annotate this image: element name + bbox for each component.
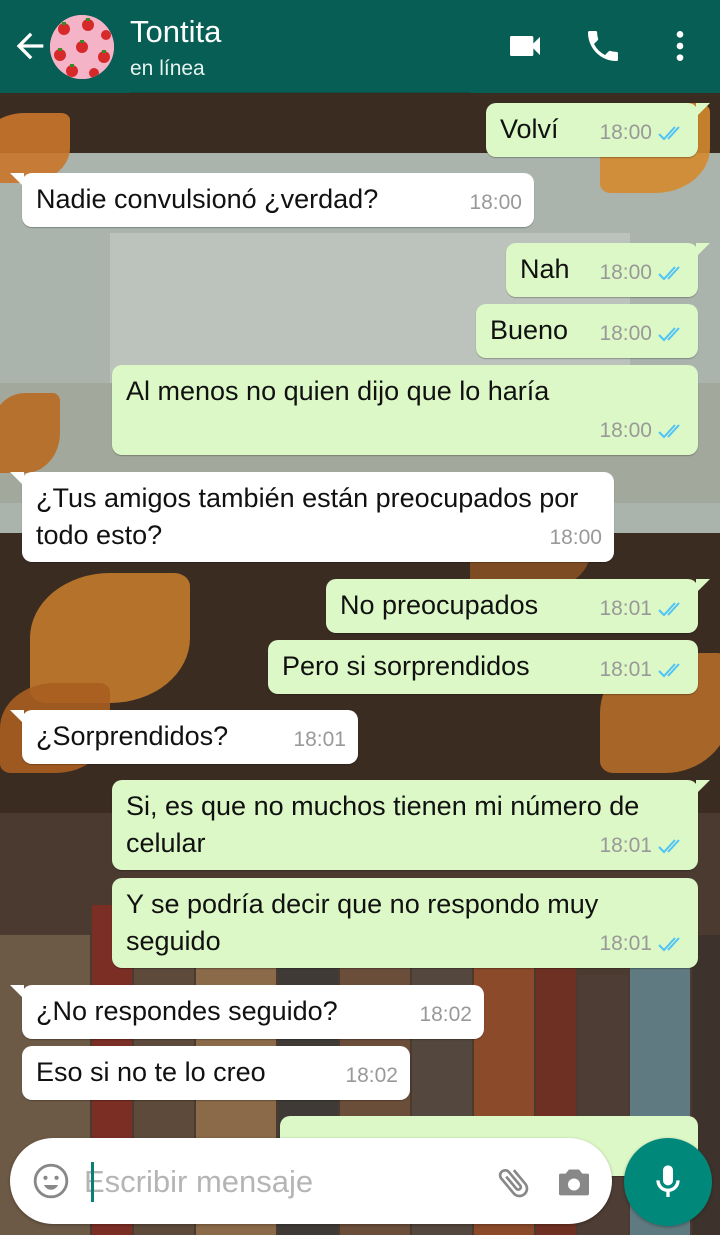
more-vert-icon[interactable] (660, 26, 700, 66)
message-bubble-outgoing[interactable]: No preocupados 18:01 (326, 579, 710, 633)
message-time: 18:02 (345, 1064, 398, 1087)
message-text: Pero si sorprendidos (282, 651, 530, 681)
message-meta: 18:01 (599, 590, 686, 627)
message-bubble-outgoing[interactable]: Si, es que no muchos tienen mi número de… (112, 780, 710, 870)
message-meta: 18:00 (599, 315, 686, 352)
message-meta: 18:01 (599, 827, 686, 864)
bubble-tail (696, 103, 710, 117)
message-bubble-incoming[interactable]: Eso si no te lo creo 18:02 (22, 1046, 410, 1100)
message-meta: 18:01 (293, 721, 346, 758)
double-check-icon (658, 265, 680, 280)
emoji-icon[interactable] (32, 1162, 70, 1200)
message-meta: 18:01 (599, 925, 686, 962)
message-meta: 18:00 (599, 114, 686, 151)
double-check-icon (658, 936, 680, 951)
double-check-icon (658, 838, 680, 853)
double-check-icon (658, 601, 680, 616)
double-check-icon (658, 125, 680, 140)
message-meta: 18:00 (469, 184, 522, 221)
message-bubble-outgoing[interactable]: Y se podría decir que no respondo muy se… (112, 878, 698, 968)
message-time: 18:01 (599, 597, 652, 620)
message-meta: 18:00 (549, 519, 602, 556)
message-meta: 18:02 (345, 1057, 398, 1094)
message-time: 18:01 (293, 728, 346, 751)
message-bubble-incoming[interactable]: ¿Tus amigos también están preocupados po… (10, 472, 614, 562)
bubble-tail (10, 985, 24, 999)
message-time: 18:02 (419, 1003, 472, 1026)
text-caret (91, 1162, 94, 1202)
message-bubble-outgoing[interactable]: Volví 18:00 (486, 103, 710, 157)
message-text: Si, es que no muchos tienen mi número de… (126, 791, 640, 858)
message-time: 18:01 (599, 834, 652, 857)
message-text: Volví (500, 114, 559, 144)
message-meta: 18:01 (599, 651, 686, 688)
message-text: Y se podría decir que no respondo muy se… (126, 889, 599, 956)
mic-button[interactable] (624, 1138, 712, 1226)
message-text: ¿Sorprendidos? (36, 721, 229, 751)
message-meta: 18:00 (599, 412, 686, 449)
message-bubble-outgoing[interactable]: Nah 18:00 (506, 243, 710, 297)
message-time: 18:00 (469, 191, 522, 214)
contact-name[interactable]: Tontita (130, 14, 221, 50)
bubble-tail (10, 472, 24, 486)
message-text: No preocupados (340, 590, 539, 620)
back-arrow-icon[interactable] (10, 26, 50, 66)
message-text: ¿No respondes seguido? (36, 996, 338, 1026)
video-call-icon[interactable] (505, 26, 545, 66)
message-meta: 18:02 (419, 996, 472, 1033)
message-time: 18:00 (599, 121, 652, 144)
phone-icon[interactable] (583, 26, 623, 66)
message-bubble-outgoing[interactable]: Bueno 18:00 (476, 304, 698, 358)
message-time: 18:00 (599, 322, 652, 345)
bubble-tail (696, 243, 710, 257)
camera-icon[interactable] (554, 1162, 594, 1202)
message-input[interactable] (82, 1158, 486, 1206)
message-text: Bueno (490, 315, 569, 345)
message-bubble-incoming[interactable]: ¿No respondes seguido? 18:02 (10, 985, 484, 1039)
double-check-icon (658, 326, 680, 341)
message-text: Nadie convulsionó ¿verdad? (36, 184, 379, 214)
attach-icon[interactable] (494, 1162, 534, 1202)
message-bubble-outgoing[interactable]: Pero si sorprendidos 18:01 (268, 640, 698, 694)
bubble-tail (696, 780, 710, 794)
message-time: 18:00 (549, 526, 602, 549)
bubble-tail (696, 579, 710, 593)
message-time: 18:00 (599, 261, 652, 284)
message-time: 18:00 (599, 419, 652, 442)
message-bubble-incoming[interactable]: ¿Sorprendidos? 18:01 (10, 710, 358, 764)
message-time: 18:01 (599, 932, 652, 955)
bubble-tail (10, 710, 24, 724)
message-text: Al menos no quien dijo que lo haría (126, 376, 550, 406)
chat-header: Tontita en línea (0, 0, 720, 94)
bubble-tail (10, 173, 24, 187)
contact-status: en línea (130, 57, 205, 80)
message-bubble-outgoing[interactable]: Al menos no quien dijo que lo haría 18:0… (112, 365, 698, 455)
message-meta: 18:00 (599, 254, 686, 291)
message-composer (10, 1138, 612, 1224)
avatar[interactable] (50, 15, 114, 79)
message-time: 18:01 (599, 658, 652, 681)
mic-icon (656, 1165, 680, 1197)
double-check-icon (658, 423, 680, 438)
double-check-icon (658, 662, 680, 677)
message-text: Eso si no te lo creo (36, 1057, 266, 1087)
message-text: ¿Tus amigos también están preocupados po… (36, 483, 579, 550)
message-text: Nah (520, 254, 570, 284)
message-bubble-incoming[interactable]: Nadie convulsionó ¿verdad? 18:00 (10, 173, 534, 227)
